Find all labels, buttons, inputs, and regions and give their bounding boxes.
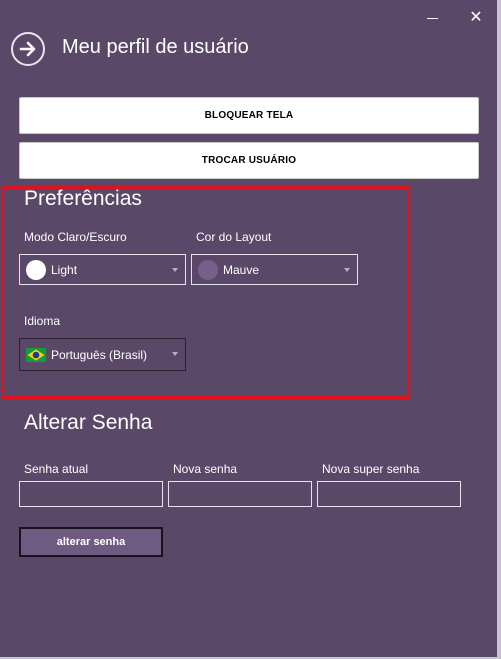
arrow-right-circle-icon xyxy=(19,41,36,57)
theme-label: Modo Claro/Escuro xyxy=(24,230,127,244)
change-password-button[interactable]: alterar senha xyxy=(19,527,163,557)
brazil-flag-icon xyxy=(26,347,46,362)
preferences-title: Preferências xyxy=(24,187,142,210)
back-button[interactable] xyxy=(11,32,45,66)
layout-color-select-value: Mauve xyxy=(223,262,260,277)
new-password-label: Nova senha xyxy=(173,462,238,476)
change-password-title: Alterar Senha xyxy=(24,411,153,434)
language-select[interactable]: Português (Brasil) xyxy=(19,338,186,371)
chevron-down-icon xyxy=(172,352,178,356)
new-password-field[interactable] xyxy=(168,481,312,507)
lock-screen-button[interactable]: BLOQUEAR TELA xyxy=(19,97,479,134)
language-select-value: Português (Brasil) xyxy=(51,347,148,362)
theme-select[interactable]: Light xyxy=(19,254,186,285)
chevron-down-icon xyxy=(344,268,350,272)
theme-select-value: Light xyxy=(51,262,78,277)
layout-color-label: Cor do Layout xyxy=(196,230,272,244)
new-super-password-field[interactable] xyxy=(317,481,461,507)
chevron-down-icon xyxy=(172,268,178,272)
mauve-swatch-icon xyxy=(198,259,218,280)
current-password-field[interactable] xyxy=(19,481,163,507)
window-edge-right xyxy=(497,0,501,659)
light-swatch-icon xyxy=(26,259,46,280)
current-password-label: Senha atual xyxy=(24,462,89,476)
minimize-icon[interactable] xyxy=(420,6,444,28)
new-super-password-label: Nova super senha xyxy=(322,462,420,476)
close-icon[interactable]: ✕ xyxy=(464,6,488,28)
page-title: Meu perfil de usuário xyxy=(62,36,249,58)
language-label: Idioma xyxy=(24,314,61,328)
switch-user-button[interactable]: TROCAR USUÁRIO xyxy=(19,142,479,179)
layout-color-select[interactable]: Mauve xyxy=(191,254,358,285)
